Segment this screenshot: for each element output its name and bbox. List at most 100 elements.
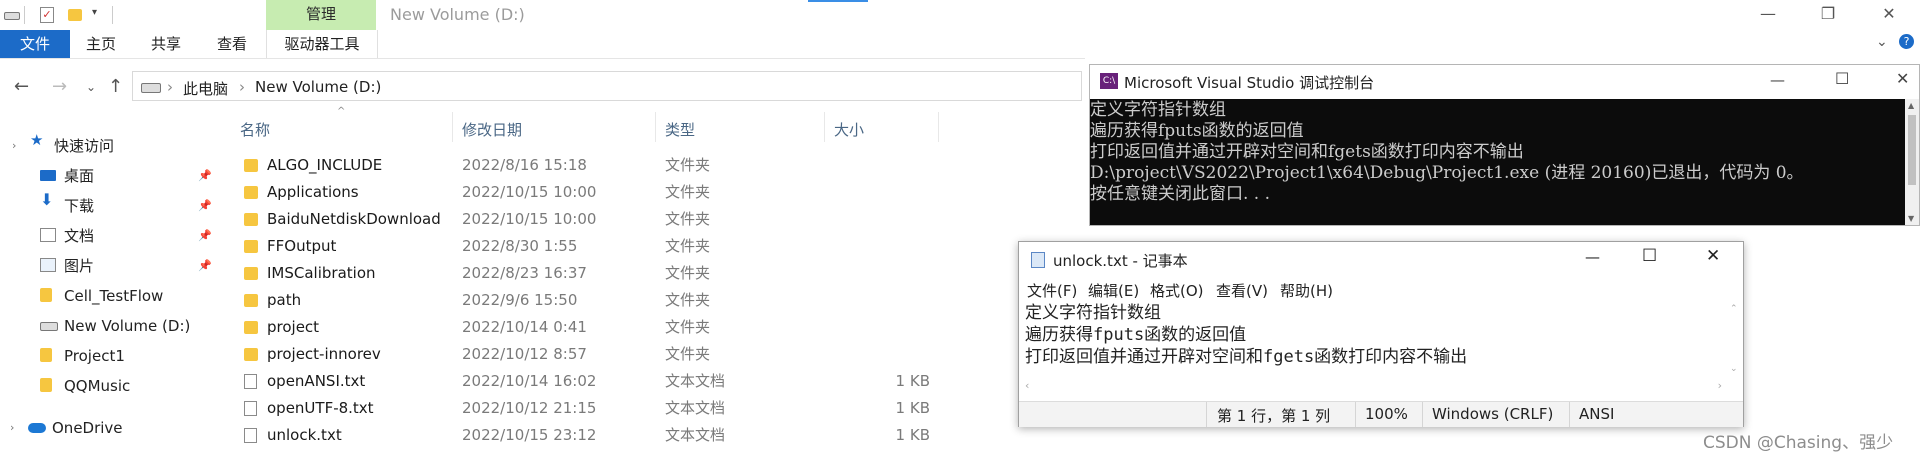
menu-edit[interactable]: 编辑(E) [1088,280,1139,301]
console-close-button[interactable]: ✕ [1896,69,1909,88]
file-row[interactable]: unlock.txt 2022/10/15 23:12 文本文档 1 KB [0,422,1085,449]
menu-file[interactable]: 文件(F) [1027,280,1077,301]
file-row[interactable]: project-innorev 2022/10/12 8:57 文件夹 [0,341,1085,368]
notepad-maximize-button[interactable]: ☐ [1642,246,1657,266]
status-cursor-position: 第 1 行，第 1 列 [1217,407,1331,425]
column-divider[interactable] [655,112,656,142]
scroll-down-icon[interactable]: ⌄ [1730,364,1738,374]
column-divider[interactable] [824,112,825,142]
console-line: 按任意键关闭此窗口. . . [1090,184,1271,204]
notepad-horizontal-scrollbar[interactable]: ‹ › [1019,379,1726,395]
file-name: Applications [267,183,359,201]
menu-help[interactable]: 帮助(H) [1280,280,1333,301]
file-date: 2022/10/14 16:02 [462,372,597,390]
file-list: ALGO_INCLUDE 2022/8/16 15:18 文件夹 Applicatio… [0,152,1085,452]
file-row[interactable]: Applications 2022/10/15 10:00 文件夹 [0,179,1085,206]
sort-ascending-icon: ^ [337,106,346,117]
scroll-up-icon[interactable]: ⌃ [1730,304,1738,314]
column-header-date[interactable]: 修改日期 [462,118,522,142]
minimize-button[interactable]: — [1745,0,1791,30]
file-date: 2022/10/12 21:15 [462,399,597,417]
file-row[interactable]: FFOutput 2022/8/30 1:55 文件夹 [0,233,1085,260]
tab-share[interactable]: 共享 [142,30,190,58]
scroll-thumb[interactable] [1908,115,1916,185]
menu-view[interactable]: 查看(V) [1216,280,1268,301]
file-row[interactable]: openANSI.txt 2022/10/14 16:02 文本文档 1 KB [0,368,1085,395]
manage-contextual-tab[interactable]: 管理 [266,0,376,30]
breadcrumb-separator-icon: › [239,78,245,96]
console-minimize-button[interactable]: — [1770,71,1785,89]
notepad-minimize-button[interactable]: — [1585,248,1600,266]
folder-icon [244,240,258,253]
column-header-size[interactable]: 大小 [834,118,864,142]
folder-icon [244,321,258,334]
console-line: 打印返回值并通过开辟对空间和fgets函数打印内容不输出 [1090,142,1524,162]
tab-view[interactable]: 查看 [208,30,256,58]
status-divider [1422,402,1423,427]
restore-button[interactable]: ❐ [1805,0,1851,30]
console-output[interactable]: 定义字符指针数组 遍历获得fputs函数的返回值 打印返回值并通过开辟对空间和fge… [1090,99,1919,225]
tab-home[interactable]: 主页 [78,30,124,58]
drive-icon[interactable] [4,7,20,23]
column-header-type[interactable]: 类型 [665,118,695,142]
file-size: 1 KB [895,372,930,390]
console-line: 遍历获得fputs函数的返回值 [1090,121,1304,141]
file-type: 文件夹 [665,345,711,363]
file-row[interactable]: openUTF-8.txt 2022/10/12 21:15 文本文档 1 KB [0,395,1085,422]
notepad-vertical-scrollbar[interactable]: ⌃ ⌄ [1726,302,1742,384]
file-row[interactable]: project 2022/10/14 0:41 文件夹 [0,314,1085,341]
properties-icon[interactable]: ✓ [40,7,54,23]
file-row[interactable]: BaiduNetdiskDownload 2022/10/15 10:00 文件夹 [0,206,1085,233]
notepad-icon [1031,252,1045,268]
window-title: New Volume (D:) [390,5,525,24]
breadcrumb-drive[interactable]: New Volume (D:) [255,78,381,96]
notepad-window[interactable]: unlock.txt - 记事本 — ☐ ✕ 文件(F) 编辑(E) 格式(O)… [1018,241,1744,427]
file-name: project-innorev [267,345,381,363]
back-arrow-icon[interactable]: ← [14,76,29,97]
file-date: 2022/10/15 23:12 [462,426,597,444]
file-row[interactable]: IMSCalibration 2022/8/23 16:37 文件夹 [0,260,1085,287]
file-name: ALGO_INCLUDE [267,156,383,174]
toolbar-divider [24,6,25,24]
status-divider [1569,402,1570,427]
file-date: 2022/8/23 16:37 [462,264,587,282]
help-icon[interactable]: ? [1899,34,1914,49]
notepad-editor[interactable]: 定义字符指针数组 遍历获得fputs函数的返回值 打印返回值并通过开辟对空间和f… [1025,302,1721,378]
close-button[interactable]: ✕ [1866,0,1912,30]
file-type: 文本文档 [665,426,726,444]
console-scrollbar[interactable]: ▲ ▼ [1905,99,1919,225]
scroll-down-icon[interactable]: ▼ [1908,214,1914,223]
file-type: 文件夹 [665,264,711,282]
address-bar[interactable]: › 此电脑 › New Volume (D:) [132,71,1082,101]
recent-locations-chevron-icon[interactable]: ⌄ [86,80,96,94]
notepad-close-button[interactable]: ✕ [1706,246,1720,266]
file-date: 2022/8/16 15:18 [462,156,587,174]
column-divider[interactable] [452,112,453,142]
tab-file[interactable]: 文件 [0,30,70,58]
breadcrumb-this-pc[interactable]: 此电脑 [183,78,228,99]
column-divider[interactable] [938,112,939,142]
folder-icon [244,348,258,361]
console-maximize-button[interactable]: ☐ [1835,69,1849,88]
file-name: project [267,318,320,336]
file-name: FFOutput [267,237,337,255]
visual-studio-icon: C:\ [1100,73,1118,89]
watermark: CSDN @Chasing、强少 [1703,433,1894,453]
scroll-up-icon[interactable]: ▲ [1908,101,1914,110]
scroll-right-icon[interactable]: › [1718,379,1722,392]
tab-drive-tools[interactable]: 驱动器工具 [266,30,378,58]
column-header-name[interactable]: 名称 [240,118,270,142]
up-arrow-icon[interactable]: ↑ [108,76,123,97]
file-row[interactable]: ALGO_INCLUDE 2022/8/16 15:18 文件夹 [0,152,1085,179]
folder-icon[interactable] [68,9,82,21]
vs-debug-console-window[interactable]: C:\ Microsoft Visual Studio 调试控制台 — ☐ ✕ … [1089,64,1920,226]
expand-ribbon-icon[interactable]: ⌄ [1876,34,1888,50]
file-date: 2022/9/6 15:50 [462,291,578,309]
file-name: openUTF-8.txt [267,399,374,417]
file-row[interactable]: path 2022/9/6 15:50 文件夹 [0,287,1085,314]
forward-arrow-icon[interactable]: → [52,76,67,97]
console-titlebar: C:\ Microsoft Visual Studio 调试控制台 — ☐ ✕ [1090,65,1919,99]
scroll-left-icon[interactable]: ‹ [1025,379,1029,392]
menu-format[interactable]: 格式(O) [1150,280,1204,301]
customize-icon[interactable]: ▾ [92,7,102,23]
